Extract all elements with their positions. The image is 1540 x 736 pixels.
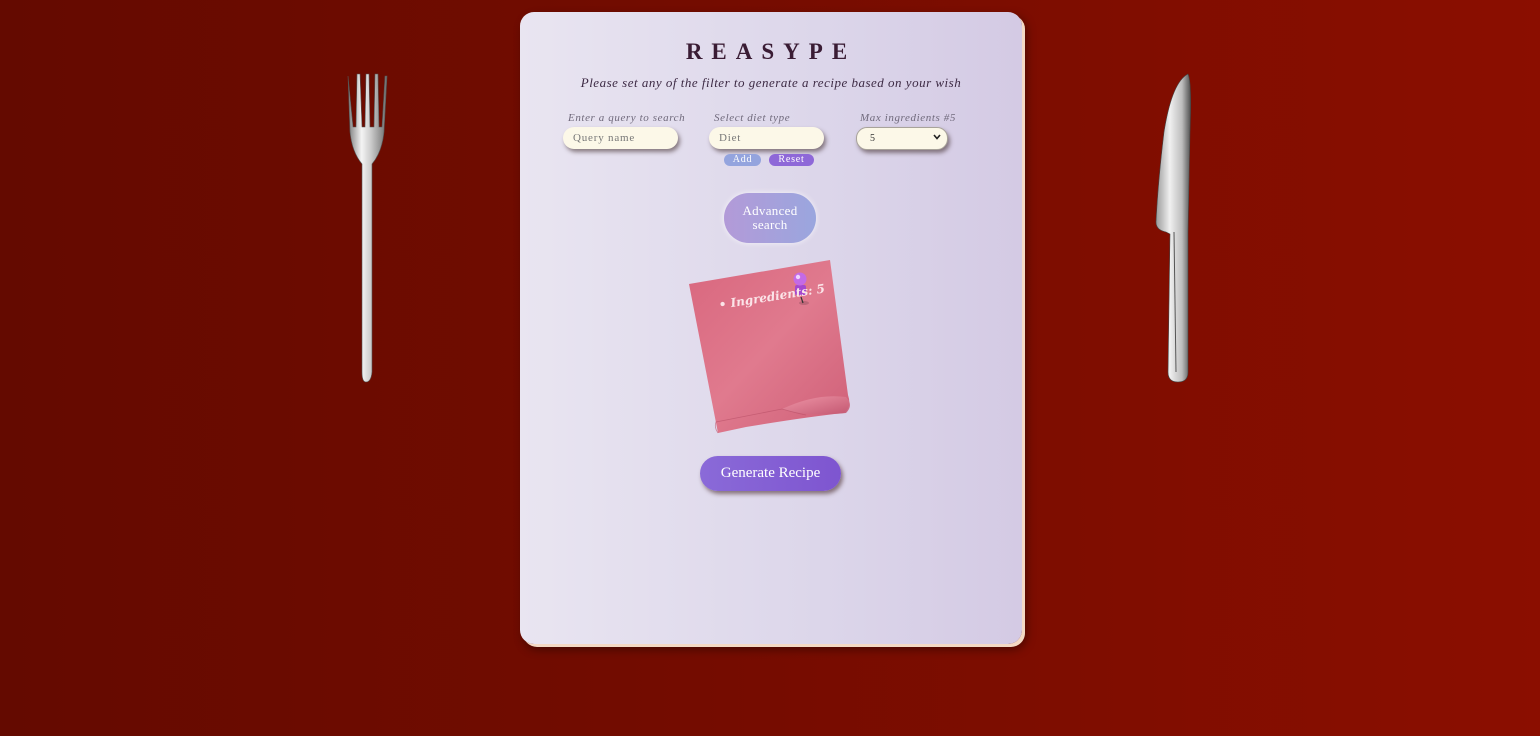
add-button[interactable]: Add <box>724 154 761 166</box>
advanced-search-label: Advanced search <box>742 203 798 232</box>
app-subtitle: Please set any of the filter to generate… <box>580 75 962 90</box>
max-ingredients-label: Max ingredients #5 <box>860 112 956 124</box>
reset-button[interactable]: Reset <box>769 154 814 166</box>
query-input[interactable] <box>563 127 678 149</box>
fork-icon <box>347 73 388 383</box>
chevron-down-icon <box>933 134 941 140</box>
note-bullet: • <box>717 296 728 312</box>
recipe-card: REASYPE Please set any of the filter to … <box>520 12 1022 644</box>
max-ingredients-select[interactable]: 5 <box>856 127 948 150</box>
query-label: Enter a query to search <box>568 112 686 124</box>
generate-recipe-button[interactable]: Generate Recipe <box>700 456 841 491</box>
max-ingredients-value: 5 <box>870 133 875 144</box>
app-title: REASYPE <box>685 39 857 64</box>
advanced-search-button[interactable]: Advanced search <box>724 193 816 243</box>
diet-input[interactable] <box>709 127 824 149</box>
sticky-note <box>689 260 850 434</box>
knife-icon <box>1155 73 1191 383</box>
diet-label: Select diet type <box>714 112 791 124</box>
